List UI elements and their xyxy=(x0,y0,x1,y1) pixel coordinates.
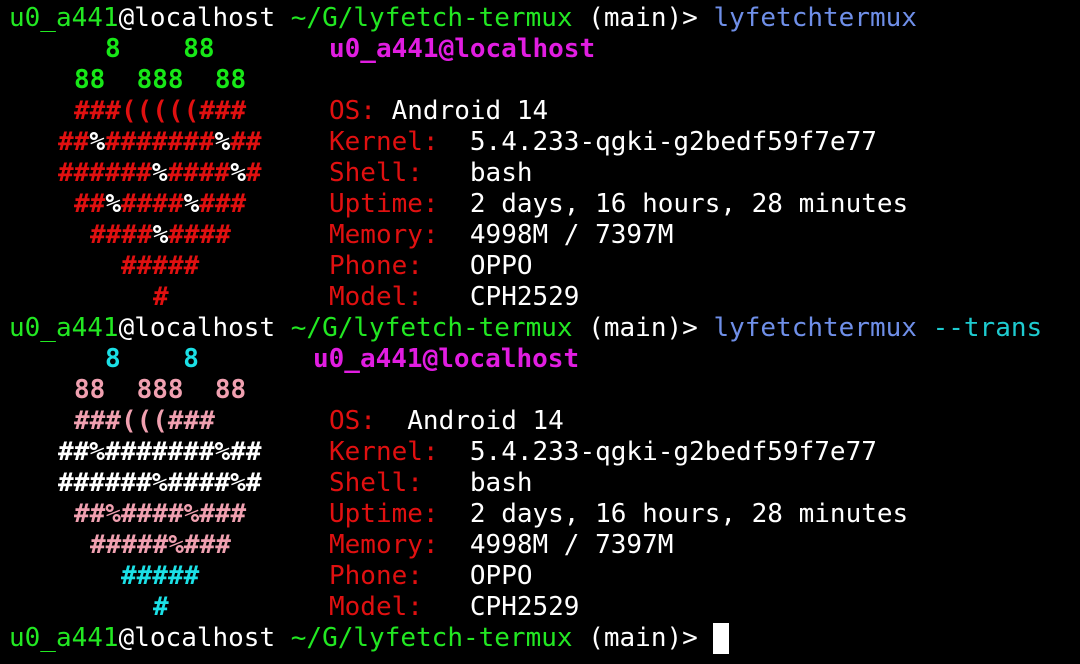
prompt-host: localhost xyxy=(134,313,276,343)
info-value: Android 14 xyxy=(407,406,564,436)
info-value: 2 days, 16 hours, 28 minutes xyxy=(469,499,909,529)
info-value: CPH2529 xyxy=(469,282,580,312)
ascii-art-line: # xyxy=(153,592,169,622)
prompt-line-2: u0_a441@localhost ~/G/lyfetch-termux (ma… xyxy=(9,313,1042,344)
prompt-branch: (main)> xyxy=(588,313,698,343)
info-value: 5.4.233-qgki-g2bedf59f7e77 xyxy=(469,127,877,157)
info-row-phone: Phone: OPPO xyxy=(329,251,533,282)
info-row-uptime: Uptime: 2 days, 16 hours, 28 minutes xyxy=(329,189,908,220)
info-value: OPPO xyxy=(469,251,533,281)
info-label: Shell: xyxy=(329,468,423,498)
prompt-path: ~/G/lyfetch-termux xyxy=(290,3,573,33)
info-row-os: OS: Android 14 xyxy=(329,406,564,437)
info-label: Shell: xyxy=(329,158,423,188)
info-row-kernel: Kernel: 5.4.233-qgki-g2bedf59f7e77 xyxy=(329,437,877,468)
info-value: CPH2529 xyxy=(469,592,580,622)
ascii-art-line: # xyxy=(153,282,169,312)
ascii-art-line: ####%#### xyxy=(90,220,231,250)
info-row-memory: Memory: 4998M / 7397M xyxy=(329,530,673,561)
info-row-memory: Memory: 4998M / 7397M xyxy=(329,220,673,251)
info-value: 5.4.233-qgki-g2bedf59f7e77 xyxy=(469,437,877,467)
ascii-art-line: ###(((((### xyxy=(74,96,247,126)
info-label: Phone: xyxy=(329,251,423,281)
prompt-user: u0_a441 xyxy=(9,313,119,343)
prompt-host: localhost xyxy=(134,3,276,33)
prompt-path: ~/G/lyfetch-termux xyxy=(290,313,573,343)
info-value: Android 14 xyxy=(391,96,549,126)
info-value: bash xyxy=(469,158,533,188)
info-label: Memory: xyxy=(329,220,439,250)
ascii-art-line: 8 88 xyxy=(105,34,215,64)
info-row-model: Model: CPH2529 xyxy=(329,282,579,313)
info-label: Phone: xyxy=(329,561,423,591)
info-value: OPPO xyxy=(469,561,533,591)
prompt-branch: (main)> xyxy=(588,623,698,653)
prompt-at: @ xyxy=(118,3,135,33)
prompt-user: u0_a441 xyxy=(9,623,119,653)
info-row-shell: Shell: bash xyxy=(329,468,533,499)
ascii-art-line: ##### xyxy=(121,561,200,591)
text-cursor[interactable] xyxy=(713,623,730,654)
info-label: Model: xyxy=(329,282,423,312)
ascii-art-line: 88 888 88 xyxy=(74,65,247,95)
info-label: Kernel: xyxy=(329,437,439,467)
command-text: lyfetchtermux xyxy=(713,3,917,33)
info-label: Uptime: xyxy=(329,499,439,529)
info-label: OS: xyxy=(329,406,376,436)
info-row-uptime: Uptime: 2 days, 16 hours, 28 minutes xyxy=(329,499,908,530)
prompt-path: ~/G/lyfetch-termux xyxy=(290,623,573,653)
fetch-header: u0_a441@localhost xyxy=(329,34,596,64)
ascii-art-line: ##%#######%## xyxy=(58,127,262,157)
info-row-os: OS: Android 14 xyxy=(329,96,548,127)
ascii-art-line: 88 888 88 xyxy=(74,375,247,405)
ascii-art-line: ##%####%### xyxy=(74,189,247,219)
info-row-phone: Phone: OPPO xyxy=(329,561,533,592)
info-value: bash xyxy=(469,468,533,498)
ascii-art-line: ##%#######%## xyxy=(58,437,262,467)
ascii-art-line: ######%####%# xyxy=(58,158,262,188)
prompt-host: localhost xyxy=(134,623,276,653)
prompt-line-1: u0_a441@localhost ~/G/lyfetch-termux (ma… xyxy=(9,3,917,34)
info-value: 4998M / 7397M xyxy=(469,530,674,560)
info-label: Memory: xyxy=(329,530,439,560)
ascii-art-line: ###(((### xyxy=(74,406,215,436)
info-row-shell: Shell: bash xyxy=(329,158,533,189)
prompt-at: @ xyxy=(118,313,135,343)
prompt-at: @ xyxy=(118,623,135,653)
ascii-art-line: #####%### xyxy=(90,530,231,560)
prompt-branch: (main)> xyxy=(588,3,698,33)
command-text: lyfetchtermux xyxy=(713,313,917,343)
info-label: OS: xyxy=(329,96,376,126)
terminal-window[interactable]: u0_a441@localhost ~/G/lyfetch-termux (ma… xyxy=(0,0,1080,664)
prompt-line-3[interactable]: u0_a441@localhost ~/G/lyfetch-termux (ma… xyxy=(9,623,730,654)
info-value: 4998M / 7397M xyxy=(469,220,674,250)
ascii-art-line: 8 8 xyxy=(105,344,199,374)
command-flag: --trans xyxy=(932,313,1043,343)
info-label: Uptime: xyxy=(329,189,439,219)
ascii-art-line: ##%####%### xyxy=(74,499,247,529)
fetch-header: u0_a441@localhost xyxy=(313,344,580,374)
info-value: 2 days, 16 hours, 28 minutes xyxy=(469,189,909,219)
ascii-art-line: ######%####%# xyxy=(58,468,262,498)
info-row-model: Model: CPH2529 xyxy=(329,592,579,623)
info-row-kernel: Kernel: 5.4.233-qgki-g2bedf59f7e77 xyxy=(329,127,877,158)
ascii-art-line: ##### xyxy=(121,251,200,281)
info-label: Model: xyxy=(329,592,423,622)
prompt-user: u0_a441 xyxy=(9,3,119,33)
info-label: Kernel: xyxy=(329,127,439,157)
